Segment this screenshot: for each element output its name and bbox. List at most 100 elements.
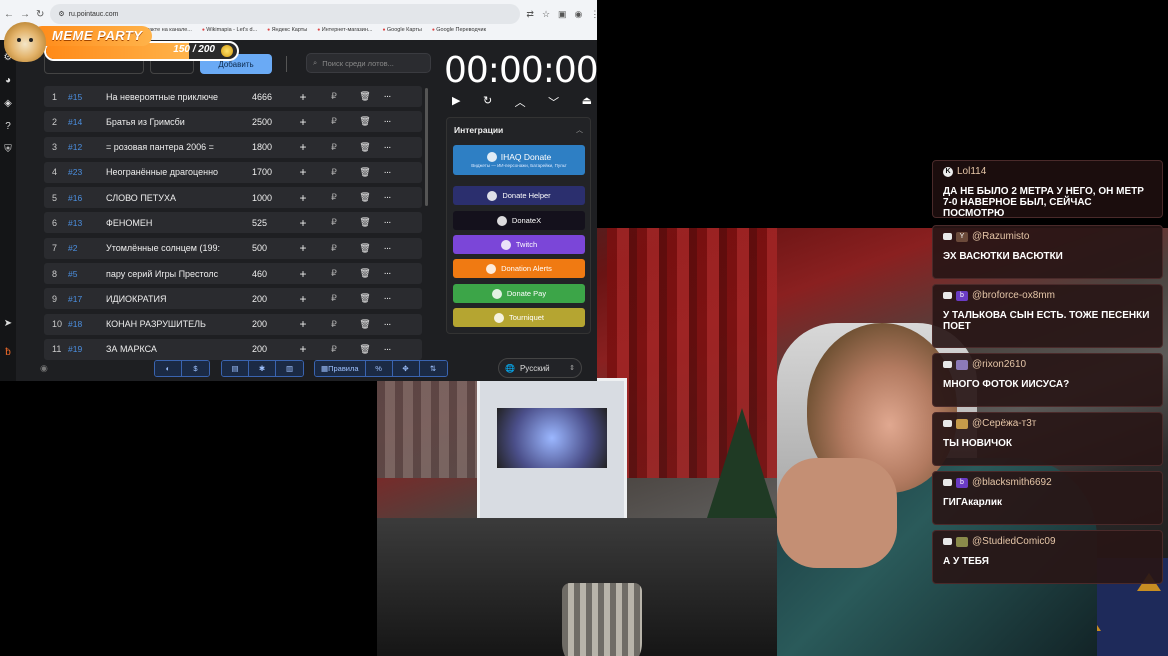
lot-row[interactable]: 4 #23 Неогранённые драгоценно 1700 + ₽ 🗑 ··· — [44, 161, 422, 183]
trash-icon[interactable]: 🗑 — [354, 319, 376, 330]
lot-name[interactable]: Неогранённые драгоценно — [106, 167, 232, 177]
lot-row[interactable]: 11 #19 ЗА МАРКСА 200 + ₽ 🗑 ··· — [44, 338, 422, 360]
lot-row[interactable]: 8 #5 пару серий Игры Престолс 460 + ₽ 🗑 ··· — [44, 263, 422, 285]
profile-icon[interactable]: ◉ — [575, 9, 583, 20]
forward-icon[interactable]: → — [20, 9, 30, 20]
ruble-icon[interactable]: ₽ — [314, 217, 354, 228]
trash-icon[interactable]: 🗑 — [354, 293, 376, 304]
bookmark-item[interactable]: Google Карты — [382, 27, 422, 39]
plus-icon[interactable]: + — [292, 90, 314, 104]
help-icon[interactable]: ? — [5, 121, 11, 132]
lot-name[interactable]: Братья из Гримсби — [106, 117, 232, 127]
more-icon[interactable]: ··· — [376, 319, 398, 330]
lot-amount[interactable]: 500 — [232, 243, 292, 253]
bookmark-item[interactable]: Интернет-магазин... — [317, 27, 373, 39]
trash-icon[interactable]: 🗑 — [354, 268, 376, 279]
lot-row[interactable]: 2 #14 Братья из Гримсби 2500 + ₽ 🗑 ··· — [44, 111, 422, 133]
trash-icon[interactable]: 🗑 — [354, 192, 376, 203]
trash-icon[interactable]: 🗑 — [354, 344, 376, 355]
lot-name[interactable]: ИДИОКРАТИЯ — [106, 294, 232, 304]
github-icon[interactable]: ◐ — [155, 361, 182, 376]
plus-icon[interactable]: + — [292, 115, 314, 129]
donate-dollar-icon[interactable]: $ — [182, 361, 209, 376]
extensions-icon[interactable]: ▣ — [558, 9, 567, 20]
lot-amount[interactable]: 200 — [232, 294, 292, 304]
more-icon[interactable]: ··· — [376, 192, 398, 203]
integration-button[interactable]: Donate Helper — [453, 186, 585, 205]
plus-icon[interactable]: + — [292, 342, 314, 356]
collapse-icon[interactable]: ︿ — [576, 125, 583, 135]
more-icon[interactable]: ··· — [376, 142, 398, 153]
lot-amount[interactable]: 1700 — [232, 167, 292, 177]
lot-name[interactable]: На невероятные приключе — [106, 92, 232, 102]
site-info-icon[interactable]: ⚙ — [58, 10, 64, 18]
plus-icon[interactable]: + — [292, 241, 314, 255]
trash-icon[interactable]: 🗑 — [354, 142, 376, 153]
plus-icon[interactable]: + — [292, 165, 314, 179]
reload-icon[interactable]: ↻ — [36, 9, 44, 20]
plus-icon[interactable]: + — [292, 267, 314, 281]
more-icon[interactable]: ··· — [376, 167, 398, 178]
bug-icon[interactable]: ✱ — [249, 361, 276, 376]
ruble-icon[interactable]: ₽ — [314, 167, 354, 178]
lot-amount[interactable]: 1800 — [232, 142, 292, 152]
lot-row[interactable]: 5 #16 СЛОВО ПЕТУХА 1000 + ₽ 🗑 ··· — [44, 187, 422, 209]
ruble-icon[interactable]: ₽ — [314, 243, 354, 254]
trash-icon[interactable]: 🗑 — [354, 167, 376, 178]
bookmark-star-icon[interactable]: ☆ — [542, 9, 550, 20]
more-icon[interactable]: ··· — [376, 293, 398, 304]
eject-icon[interactable]: ⏏ — [582, 94, 592, 110]
shield-icon[interactable]: ⛨ — [4, 144, 12, 155]
plus-icon[interactable]: + — [292, 191, 314, 205]
trash-icon[interactable]: 🗑 — [354, 91, 376, 102]
lot-amount[interactable]: 200 — [232, 319, 292, 329]
integration-button[interactable]: DonateX — [453, 211, 585, 230]
plus-icon[interactable]: + — [292, 317, 314, 331]
language-select[interactable]: 🌐 Русский ⇕ — [498, 358, 582, 378]
ruble-icon[interactable]: ₽ — [314, 116, 354, 127]
bookmark-item[interactable]: Яндекс Карты — [267, 27, 308, 39]
integration-button[interactable]: Twitch — [453, 235, 585, 254]
lot-search-input[interactable]: ⌕ Поиск среди лотов... — [306, 53, 431, 73]
boosty-icon[interactable]: ƀ — [5, 347, 11, 358]
more-icon[interactable]: ··· — [376, 243, 398, 254]
sort-icon[interactable]: ⇅ — [419, 361, 447, 376]
lot-row[interactable]: 6 #13 ФЕНОМЕН 525 + ₽ 🗑 ··· — [44, 212, 422, 234]
lot-row[interactable]: 3 #12 = розовая пантера 2006 = 1800 + ₽ 🗑 ··· — [44, 136, 422, 158]
archive-icon[interactable]: ▥ — [276, 361, 303, 376]
lot-amount[interactable]: 2500 — [232, 117, 292, 127]
ruble-icon[interactable]: ₽ — [314, 192, 354, 203]
ruble-icon[interactable]: ₽ — [314, 344, 354, 355]
ruble-icon[interactable]: ₽ — [314, 293, 354, 304]
plus-icon[interactable]: + — [292, 140, 314, 154]
lot-list-scrollbar[interactable] — [425, 88, 428, 206]
more-icon[interactable]: ··· — [376, 217, 398, 228]
rules-button[interactable]: ▦ Правила — [315, 361, 366, 376]
split-icon[interactable]: ✥ — [392, 361, 420, 376]
integration-button[interactable]: IHAQ Donate Виджеты — ИИ-персонажи, Батар… — [453, 145, 585, 175]
layers-icon[interactable]: ◈ — [4, 98, 12, 109]
more-icon[interactable]: ··· — [376, 116, 398, 127]
lot-row[interactable]: 9 #17 ИДИОКРАТИЯ 200 + ₽ 🗑 ··· — [44, 288, 422, 310]
ruble-icon[interactable]: ₽ — [314, 91, 354, 102]
lot-amount[interactable]: 1000 — [232, 193, 292, 203]
lot-amount[interactable]: 4666 — [232, 92, 292, 102]
bookmark-item[interactable]: Google Переводчик — [432, 27, 486, 39]
lot-name[interactable]: СЛОВО ПЕТУХА — [106, 193, 232, 203]
trash-icon[interactable]: 🗑 — [354, 243, 376, 254]
back-icon[interactable]: ← — [4, 9, 14, 20]
history-icon[interactable]: ▤ — [222, 361, 249, 376]
integration-button[interactable]: Donate Pay — [453, 284, 585, 303]
integration-button[interactable]: Donation Alerts — [453, 259, 585, 278]
lot-name[interactable]: ЗА МАРКСА — [106, 344, 232, 354]
decrease-icon[interactable]: ﹀ — [548, 94, 559, 110]
plus-icon[interactable]: + — [292, 216, 314, 230]
trash-icon[interactable]: 🗑 — [354, 116, 376, 127]
reset-icon[interactable]: ↻ — [483, 94, 492, 110]
lot-name[interactable]: пару серий Игры Престолс — [106, 269, 232, 279]
lot-name[interactable]: КОНАН РАЗРУШИТЕЛЬ — [106, 319, 232, 329]
plus-icon[interactable]: + — [292, 292, 314, 306]
lot-amount[interactable]: 525 — [232, 218, 292, 228]
lot-amount[interactable]: 200 — [232, 344, 292, 354]
telegram-icon[interactable]: ➤ — [4, 318, 12, 329]
